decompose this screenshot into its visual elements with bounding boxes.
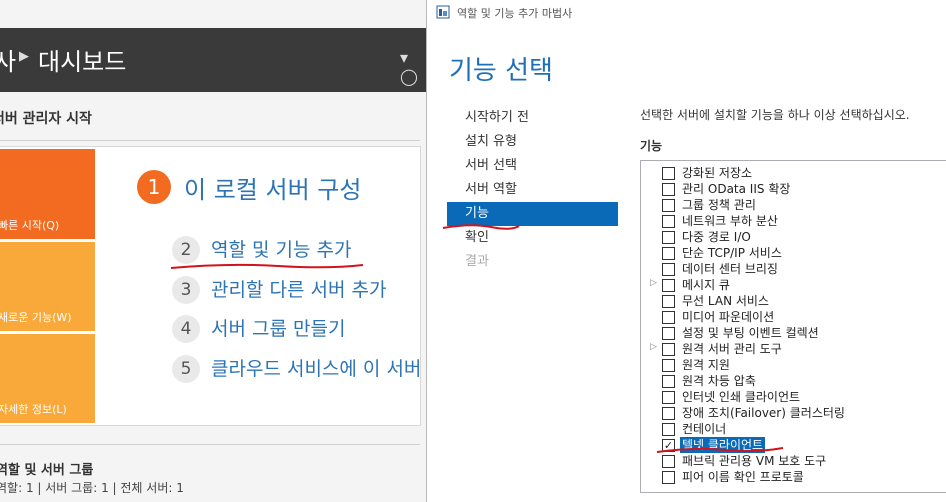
feature-row[interactable]: 장애 조치(Failover) 클러스터링 <box>641 405 946 421</box>
step-1-number: 1 <box>137 170 171 204</box>
feature-row[interactable]: 원격 지원 <box>641 357 946 373</box>
expand-arrow-icon[interactable]: ▷ <box>650 342 657 352</box>
checkbox[interactable] <box>662 263 675 276</box>
feature-label: 인터넷 인쇄 클라이언트 <box>682 390 801 404</box>
nav-installation-type[interactable]: 설치 유형 <box>447 130 618 154</box>
checkbox[interactable] <box>662 359 675 372</box>
feature-label: 그룹 정책 관리 <box>682 198 756 212</box>
annotation-underline <box>442 224 520 230</box>
checkbox[interactable] <box>662 391 675 404</box>
features-label: 기능 <box>640 139 663 153</box>
roles-summary: 역할: 1 | 서버 그룹: 1 | 전체 서버: 1 <box>0 481 184 495</box>
feature-label: 설정 및 부팅 이벤트 컬렉션 <box>682 326 819 340</box>
feature-row[interactable]: 피어 이름 확인 프로토콜 <box>641 469 946 485</box>
feature-label: 관리 OData IIS 확장 <box>682 182 791 196</box>
server-manager-app-icon <box>436 5 450 19</box>
feature-label: 데이터 센터 브리징 <box>682 262 778 276</box>
nav-server-selection[interactable]: 서버 선택 <box>447 154 618 178</box>
tile-learn-more[interactable]: 자세한 정보(L) <box>0 334 95 423</box>
checkbox[interactable] <box>662 279 675 292</box>
breadcrumb-chevron-icon: ▶ <box>19 49 29 64</box>
server-manager-window: 사 ▶ 대시보드 ▾ ◯ 서버 관리자 시작 빠른 시작(Q) 새로운 기능(W… <box>0 0 430 502</box>
checkbox[interactable] <box>662 247 675 260</box>
checkbox[interactable] <box>662 215 675 228</box>
feature-label: 네트워크 부하 분산 <box>682 214 778 228</box>
nav-results: 결과 <box>465 254 489 269</box>
feature-label: 강화된 저장소 <box>682 166 753 180</box>
feature-row[interactable]: 인터넷 인쇄 클라이언트 <box>641 389 946 405</box>
feature-row[interactable]: 데이터 센터 브리징 <box>641 261 946 277</box>
feature-label: 원격 지원 <box>682 358 730 372</box>
wizard-heading: 기능 선택 <box>449 56 553 86</box>
tile-quick-start[interactable]: 빠른 시작(Q) <box>0 149 95 239</box>
checkbox[interactable] <box>662 231 675 244</box>
tile-label: 새로운 기능(W) <box>0 311 72 324</box>
breadcrumb-prefix[interactable]: 사 <box>0 42 16 77</box>
roles-server-groups-title: 역할 및 서버 그룹 <box>0 463 94 478</box>
add-roles-features-wizard: 역할 및 기능 추가 마법사 기능 선택 시작하기 전 설치 유형 서버 선택 … <box>426 0 946 502</box>
checkbox[interactable] <box>662 375 675 388</box>
checkbox[interactable] <box>662 423 675 436</box>
step-3-number: 3 <box>172 276 200 304</box>
checkbox[interactable] <box>662 311 675 324</box>
connect-cloud-services-link[interactable]: 클라우드 서비스에 이 서버 <box>211 354 421 381</box>
page-title: 대시보드 <box>38 48 127 76</box>
annotation-underline <box>656 447 784 453</box>
checkbox[interactable] <box>662 327 675 340</box>
expand-arrow-icon[interactable]: ▷ <box>650 278 657 288</box>
feature-label: 원격 차등 압축 <box>682 374 756 388</box>
create-server-group-link[interactable]: 서버 그룹 만들기 <box>211 314 345 341</box>
checkbox[interactable] <box>662 183 675 196</box>
window-title: 역할 및 기능 추가 마법사 <box>457 7 573 20</box>
feature-row[interactable]: 단순 TCP/IP 서비스 <box>641 245 946 261</box>
feature-row[interactable]: ▷ 메시지 큐 <box>641 277 946 293</box>
welcome-title: 서버 관리자 시작 <box>0 111 92 127</box>
feature-row[interactable]: 네트워크 부하 분산 <box>641 213 946 229</box>
add-roles-features-link[interactable]: 역할 및 기능 추가 <box>211 235 351 262</box>
feature-row[interactable]: ▷ 원격 서버 관리 도구 <box>641 341 946 357</box>
feature-label: 무선 LAN 서비스 <box>682 294 769 308</box>
feature-label: 미디어 파운데이션 <box>682 310 775 324</box>
feature-row[interactable]: 다중 경로 I/O <box>641 229 946 245</box>
step-5-number: 5 <box>172 355 200 383</box>
features-description: 선택한 서버에 설치할 기능을 하나 이상 선택하십시오. <box>640 108 910 122</box>
tile-label: 자세한 정보(L) <box>0 403 67 416</box>
configure-local-server-link[interactable]: 이 로컬 서버 구성 <box>184 170 361 205</box>
nav-before-you-begin[interactable]: 시작하기 전 <box>447 106 618 130</box>
checkbox[interactable] <box>662 295 675 308</box>
feature-row[interactable]: 그룹 정책 관리 <box>641 197 946 213</box>
feature-label: 단순 TCP/IP 서비스 <box>682 246 782 260</box>
annotation-underline <box>170 263 364 269</box>
wizard-nav: 시작하기 전 설치 유형 서버 선택 서버 역할 기능 확인 결과 <box>447 106 618 274</box>
feature-label: 컨테이너 <box>682 422 727 436</box>
dashboard-header: 사 ▶ 대시보드 ▾ ◯ <box>0 28 430 92</box>
checkbox[interactable] <box>662 167 675 180</box>
add-other-servers-link[interactable]: 관리할 다른 서버 추가 <box>211 275 386 302</box>
divider <box>0 444 420 445</box>
feature-row[interactable]: 설정 및 부팅 이벤트 컬렉션 <box>641 325 946 341</box>
feature-row[interactable]: 미디어 파운데이션 <box>641 309 946 325</box>
feature-row[interactable]: 강화된 저장소 <box>641 165 946 181</box>
checkbox[interactable] <box>662 471 675 484</box>
feature-row[interactable]: 컨테이너 <box>641 421 946 437</box>
window-titlebar[interactable]: 역할 및 기능 추가 마법사 <box>427 0 946 28</box>
feature-label: 다중 경로 I/O <box>682 230 751 244</box>
feature-label: 장애 조치(Failover) 클러스터링 <box>682 406 845 420</box>
step-4-number: 4 <box>172 315 200 343</box>
checkbox[interactable] <box>662 343 675 356</box>
checkbox[interactable] <box>662 407 675 420</box>
feature-label: 원격 서버 관리 도구 <box>682 342 782 356</box>
feature-row[interactable]: 무선 LAN 서비스 <box>641 293 946 309</box>
checkbox[interactable] <box>662 199 675 212</box>
feature-row[interactable]: 원격 차등 압축 <box>641 373 946 389</box>
tile-whats-new[interactable]: 새로운 기능(W) <box>0 242 95 331</box>
feature-row[interactable]: 관리 OData IIS 확장 <box>641 181 946 197</box>
feature-label: 메시지 큐 <box>682 278 730 292</box>
feature-label: 피어 이름 확인 프로토콜 <box>682 470 804 484</box>
divider <box>0 140 420 141</box>
nav-server-roles[interactable]: 서버 역할 <box>447 178 618 202</box>
tile-label: 빠른 시작(Q) <box>0 219 60 232</box>
